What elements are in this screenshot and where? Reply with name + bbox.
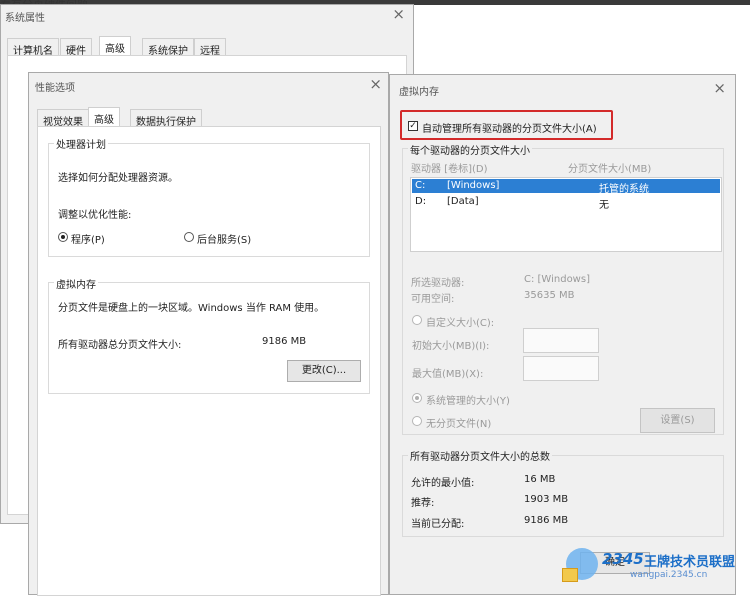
close-icon[interactable]: ×: [369, 77, 382, 92]
free-space-label: 可用空间:: [411, 294, 455, 305]
window-title: 性能选项: [35, 83, 75, 94]
radio-custom-size[interactable]: [412, 315, 422, 325]
min-allowed-value: 16 MB: [524, 474, 556, 485]
drive-list[interactable]: C: [Windows] 托管的系统 D: [Data] 无: [410, 177, 722, 252]
recommended-label: 推荐:: [411, 498, 435, 509]
radio-background-services[interactable]: [184, 232, 194, 242]
radio-no-paging[interactable]: [412, 416, 422, 426]
col-size-header: 分页文件大小(MB): [568, 164, 652, 175]
drive-row-d-size[interactable]: 无: [599, 196, 609, 211]
totals-group-label: 所有驱动器分页文件大小的总数: [408, 448, 552, 463]
tab-panel: 处理器计划 选择如何分配处理器资源。 调整以优化性能: 程序(P) 后台服务(S…: [37, 126, 381, 596]
drive-row-c-drive[interactable]: C:: [415, 180, 425, 191]
free-space-value: 35635 MB: [524, 290, 575, 301]
virtual-memory-group-label: 虚拟内存: [54, 276, 98, 291]
tab-remote[interactable]: 远程: [194, 38, 226, 57]
vm-total-value: 9186 MB: [262, 336, 307, 347]
radio-system-managed-label[interactable]: 系统管理的大小(Y): [426, 392, 510, 407]
auto-manage-label[interactable]: 自动管理所有驱动器的分页文件大小(A): [422, 120, 597, 135]
radio-programs-label[interactable]: 程序(P): [71, 231, 105, 246]
tab-hardware[interactable]: 硬件: [60, 38, 92, 57]
vm-desc: 分页文件是硬盘上的一块区域。Windows 当作 RAM 使用。: [58, 303, 325, 314]
tab-dep[interactable]: 数据执行保护: [130, 109, 202, 128]
close-icon[interactable]: ×: [713, 81, 726, 96]
processor-desc: 选择如何分配处理器资源。: [58, 173, 178, 184]
drive-row-d-drive[interactable]: D:: [415, 196, 426, 207]
change-button[interactable]: 更改(C)...: [287, 360, 361, 382]
drive-row-c-label[interactable]: [Windows]: [447, 180, 499, 191]
vm-total-label: 所有驱动器总分页文件大小:: [58, 340, 182, 351]
watermark-brand-text: 王牌技术员联盟: [644, 555, 736, 570]
tab-advanced[interactable]: 高级: [88, 107, 120, 127]
radio-background-services-label[interactable]: 后台服务(S): [197, 231, 251, 246]
tab-computer-name[interactable]: 计算机名: [7, 38, 59, 57]
min-allowed-label: 允许的最小值:: [411, 478, 475, 489]
adjust-label: 调整以优化性能:: [58, 210, 132, 221]
tab-system-protection[interactable]: 系统保护: [142, 38, 194, 57]
radio-system-managed[interactable]: [412, 393, 422, 403]
selected-drive-label: 所选驱动器:: [411, 278, 465, 289]
watermark: 2345 王牌技术员联盟 wangpai.2345.cn: [562, 544, 750, 594]
watermark-brand: 2345: [602, 550, 644, 568]
auto-manage-checkbox[interactable]: ✓: [408, 121, 418, 131]
drive-row-c-size[interactable]: 托管的系统: [599, 180, 649, 195]
close-icon[interactable]: ×: [392, 7, 405, 22]
watermark-url: wangpai.2345.cn: [630, 570, 708, 580]
radio-programs[interactable]: [58, 232, 68, 242]
window-title: 虚拟内存: [399, 87, 439, 98]
performance-options-window: 性能选项 × 视觉效果 高级 数据执行保护 处理器计划 选择如何分配处理器资源。…: [28, 72, 389, 596]
set-button[interactable]: 设置(S): [640, 408, 715, 433]
tab-advanced[interactable]: 高级: [99, 36, 131, 56]
window-title: 系统属性: [5, 13, 45, 24]
tab-visual-effects[interactable]: 视觉效果: [37, 109, 89, 128]
drive-row-d-label[interactable]: [Data]: [447, 196, 479, 207]
initial-size-input[interactable]: [523, 328, 599, 353]
current-allocated-label: 当前已分配:: [411, 519, 465, 530]
per-drive-group-label: 每个驱动器的分页文件大小: [408, 142, 532, 157]
initial-size-label: 初始大小(MB)(I):: [412, 341, 490, 352]
max-size-label: 最大值(MB)(X):: [412, 369, 484, 380]
max-size-input[interactable]: [523, 356, 599, 381]
radio-custom-size-label[interactable]: 自定义大小(C):: [426, 314, 494, 329]
selected-drive-value: C: [Windows]: [524, 274, 590, 285]
watermark-gift-icon: [562, 568, 578, 582]
processor-group-label: 处理器计划: [54, 136, 108, 151]
col-drive-header: 驱动器 [卷标](D): [411, 164, 488, 175]
recommended-value: 1903 MB: [524, 494, 569, 505]
current-allocated-value: 9186 MB: [524, 515, 569, 526]
radio-no-paging-label[interactable]: 无分页文件(N): [426, 415, 491, 430]
virtual-memory-window: 虚拟内存 × ✓ 自动管理所有驱动器的分页文件大小(A) 每个驱动器的分页文件大…: [389, 74, 736, 595]
